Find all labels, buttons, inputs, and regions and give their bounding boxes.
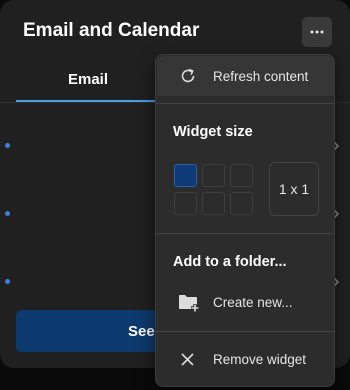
ellipsis-icon: [310, 30, 324, 34]
tab-email[interactable]: Email: [16, 56, 160, 102]
size-grid-cell[interactable]: [202, 164, 225, 187]
menu-separator: [156, 331, 334, 332]
widget-context-menu: Refresh content Widget size 1 x 1 Add to…: [155, 54, 335, 387]
size-grid-cell[interactable]: [174, 164, 197, 187]
size-grid-cell[interactable]: [174, 192, 197, 215]
remove-widget-menu-item[interactable]: Remove widget: [157, 341, 335, 377]
unread-indicator: [5, 211, 10, 216]
unread-indicator: [5, 143, 10, 148]
widget-size-heading: Widget size: [173, 124, 253, 140]
size-grid-cell[interactable]: [230, 164, 253, 187]
create-new-folder-menu-item[interactable]: Create new...: [157, 285, 335, 321]
more-options-button[interactable]: [302, 17, 332, 47]
unread-indicator: [5, 279, 10, 284]
remove-widget-label: Remove widget: [213, 352, 307, 367]
size-grid-cell[interactable]: [202, 192, 225, 215]
add-folder-icon: [179, 295, 199, 312]
refresh-content-label: Refresh content: [213, 69, 309, 84]
widget-title: Email and Calendar: [23, 20, 200, 41]
menu-separator: [156, 233, 334, 234]
refresh-content-menu-item[interactable]: Refresh content: [157, 56, 335, 96]
refresh-icon: [181, 68, 195, 83]
menu-separator: [156, 103, 334, 104]
size-grid-cell[interactable]: [230, 192, 253, 215]
close-icon: [181, 353, 194, 366]
create-new-label: Create new...: [213, 295, 293, 310]
see-all-button-label: See: [128, 322, 155, 340]
widget-size-value: 1 x 1: [269, 162, 319, 216]
add-to-folder-heading: Add to a folder...: [173, 254, 287, 270]
